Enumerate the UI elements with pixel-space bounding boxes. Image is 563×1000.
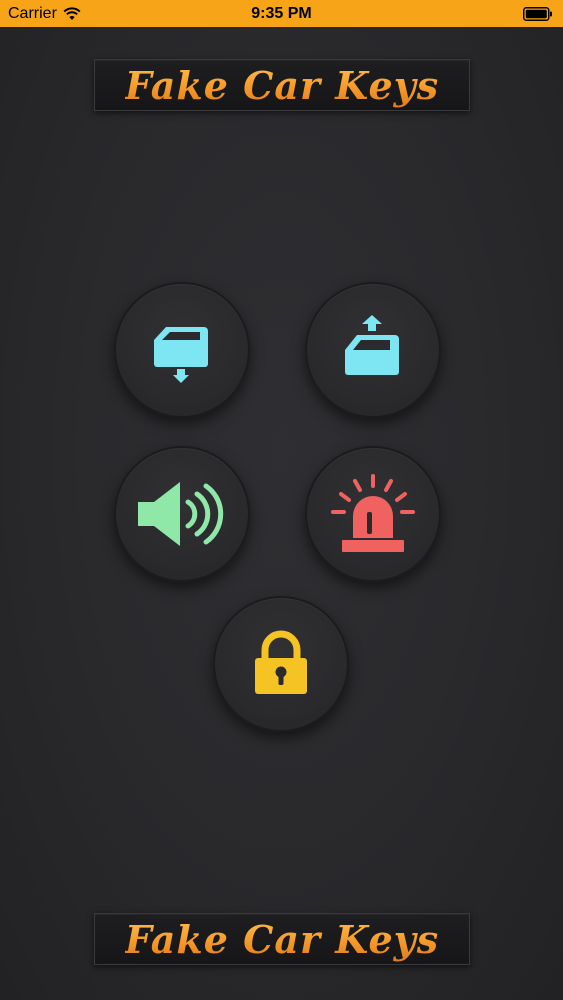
status-bar: Carrier 9:35 PM bbox=[0, 0, 563, 27]
window-up-button[interactable] bbox=[305, 282, 441, 418]
window-down-button[interactable] bbox=[114, 282, 250, 418]
footer-title: Fake Car Keys bbox=[124, 916, 440, 962]
horn-button[interactable] bbox=[114, 446, 250, 582]
speaker-icon bbox=[138, 482, 224, 546]
window-down-icon bbox=[154, 327, 208, 383]
status-time: 9:35 PM bbox=[251, 5, 312, 22]
battery-icon bbox=[523, 7, 552, 21]
window-up-icon bbox=[345, 315, 399, 375]
lock-icon bbox=[255, 630, 307, 694]
lock-button[interactable] bbox=[213, 596, 349, 732]
header-banner: Fake Car Keys bbox=[94, 59, 470, 111]
alarm-button[interactable] bbox=[305, 446, 441, 582]
app-title: Fake Car Keys bbox=[124, 62, 440, 108]
siren-icon bbox=[331, 474, 415, 552]
footer-banner: Fake Car Keys bbox=[94, 913, 470, 965]
